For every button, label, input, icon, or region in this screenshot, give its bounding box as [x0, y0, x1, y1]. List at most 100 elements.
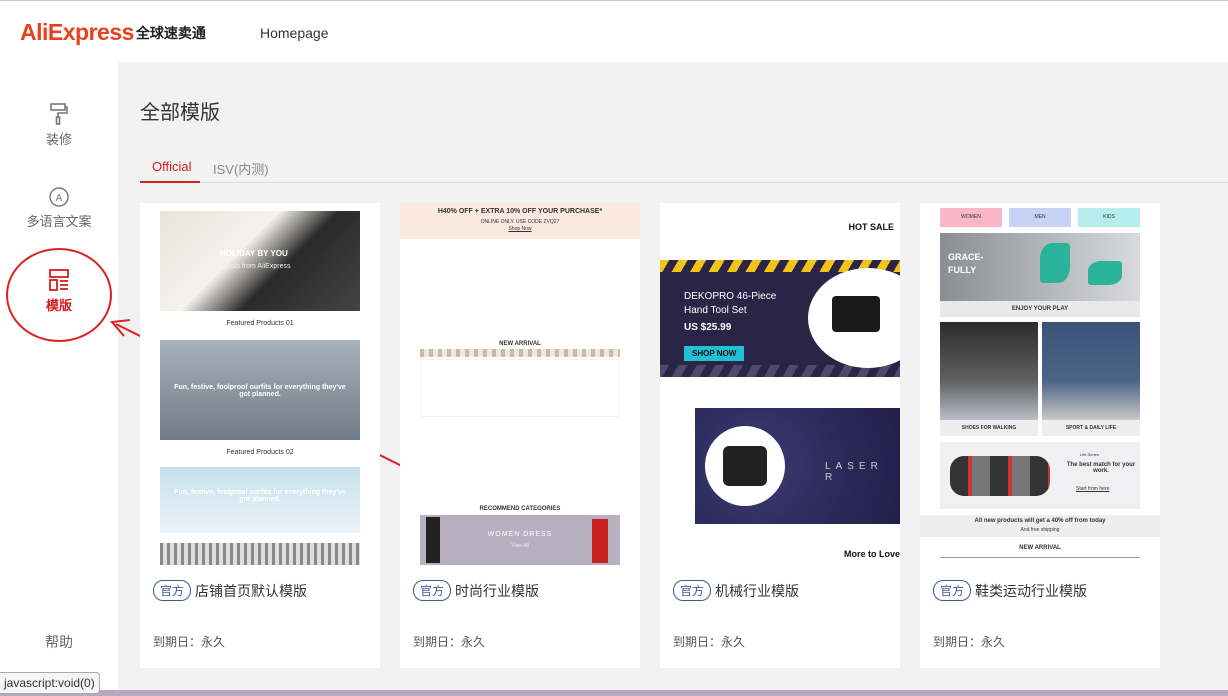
- preview-text: Life Series: [1080, 452, 1099, 457]
- preview-image: [420, 349, 620, 357]
- help-link[interactable]: 帮助: [0, 632, 118, 652]
- template-preview: HOT SALE DEKOPRO 46-Piece Hand Tool Set …: [660, 203, 900, 565]
- preview-text: LASER R: [825, 461, 883, 483]
- sidebar: 装修 A 多语言文案 模版 帮助: [0, 62, 118, 696]
- preview-promo-bar: H40% OFF + EXTRA 10% OFF YOUR PURCHASE* …: [400, 203, 640, 239]
- preview-text: DEKOPRO 46-Piece Hand Tool Set: [684, 291, 777, 316]
- sidebar-item-decorate[interactable]: 装修: [0, 102, 118, 148]
- tab-bar: Official ISV(内测): [140, 150, 1228, 183]
- annotation-circle: [6, 248, 112, 342]
- card-info: 官方 时尚行业模版: [413, 580, 539, 601]
- language-icon: A: [49, 187, 69, 207]
- preview-text: NEW ARRIVAL: [499, 341, 541, 347]
- tab-isv[interactable]: ISV(内测): [213, 159, 269, 178]
- preview-banner-image: HOLIDAY BY YOU Deals from AliExpress: [160, 211, 360, 311]
- preview-text: The best match for your work.: [1066, 462, 1136, 474]
- preview-text: ENJOY YOUR PLAY: [940, 301, 1140, 317]
- card-info: 官方 鞋类运动行业模版: [933, 580, 1087, 601]
- preview-figure: [592, 519, 608, 563]
- logo-cn-text: 全球速卖通: [135, 24, 206, 41]
- preview-text: GRACE-FULLY: [948, 252, 984, 275]
- preview-text: H40% OFF + EXTRA 10% OFF YOUR PURCHASE*: [437, 208, 603, 215]
- sidebar-item-language[interactable]: A 多语言文案: [0, 186, 118, 230]
- preview-figure: [426, 517, 440, 563]
- template-card[interactable]: H40% OFF + EXTRA 10% OFF YOUR PURCHASE* …: [400, 203, 640, 668]
- expire-date: 到期日：永久: [153, 635, 226, 649]
- preview-image: Fun, festive, foolproof ourfits for ever…: [160, 467, 360, 533]
- preview-image: Fun, festive, foolproof ourfits for ever…: [160, 340, 360, 440]
- status-bar-url: javascript:void(0): [0, 672, 100, 694]
- preview-text: View All: [511, 543, 529, 549]
- preview-notice: All new products will get a 40% off from…: [920, 515, 1160, 537]
- official-tag: 官方: [673, 580, 712, 601]
- bottom-strip: [0, 690, 1228, 696]
- preview-text: Deals from AliExpress: [222, 263, 291, 270]
- official-tag: 官方: [413, 580, 452, 601]
- preview-image: [420, 359, 620, 417]
- preview-text: ONLINE ONLY. USE CODE ZVQ27: [480, 219, 560, 225]
- preview-shoe: [1088, 261, 1122, 285]
- preview-device: [723, 446, 767, 486]
- official-tag: 官方: [153, 580, 192, 601]
- preview-image: Life Series The best match for your work…: [940, 442, 1140, 509]
- official-tag: 官方: [933, 580, 972, 601]
- preview-text: SHOES FOR WALKING: [940, 420, 1038, 436]
- card-info: 官方 机械行业模版: [673, 580, 799, 601]
- template-card[interactable]: HOLIDAY BY YOU Deals from AliExpress Fea…: [140, 203, 380, 668]
- template-preview: H40% OFF + EXTRA 10% OFF YOUR PURCHASE* …: [400, 203, 640, 565]
- preview-text: HOLIDAY BY YOU: [220, 249, 288, 258]
- preview-text: Start from here: [1076, 486, 1110, 492]
- aliexpress-logo[interactable]: AliExpress 全球速卖通: [20, 19, 206, 46]
- preview-image: LASER R: [695, 408, 900, 524]
- sidebar-item-label: 装修: [45, 132, 72, 147]
- page-title: 全部模版: [140, 102, 220, 124]
- expire-date: 到期日：永久: [933, 635, 1006, 649]
- logo-text: AliExpress: [20, 19, 134, 45]
- preview-tab: WOMEN: [940, 208, 1002, 227]
- preview-shoes: [950, 456, 1050, 496]
- preview-image: WOMEN DRESS View All: [420, 515, 620, 565]
- top-bar: AliExpress 全球速卖通 Homepage: [0, 0, 1228, 62]
- preview-image: [940, 322, 1038, 420]
- preview-tab: MEN: [1009, 208, 1071, 227]
- card-info: 官方 店铺首页默认模版: [153, 580, 307, 601]
- sidebar-item-label: 多语言文案: [26, 214, 92, 229]
- template-card[interactable]: HOT SALE DEKOPRO 46-Piece Hand Tool Set …: [660, 203, 900, 668]
- preview-image: [160, 543, 360, 565]
- expire-date: 到期日：永久: [673, 635, 746, 649]
- preview-text: RECOMMEND CATEGORIES: [479, 506, 561, 512]
- preview-text: SPORT & DAILY LIFE: [1042, 420, 1140, 436]
- active-tab-indicator: [140, 181, 200, 183]
- preview-text: All new products will get a 40% off from…: [974, 518, 1106, 524]
- preview-divider: [940, 557, 1140, 558]
- preview-toolbox: [832, 296, 880, 332]
- template-name: 鞋类运动行业模版: [975, 582, 1088, 599]
- preview-text: SHOP NOW: [684, 346, 745, 361]
- template-preview: WOMEN MEN KIDS GRACE-FULLY ENJOY YOUR PL…: [920, 203, 1160, 565]
- preview-text: HOT SALE: [848, 222, 894, 232]
- preview-shoe: [1040, 243, 1070, 283]
- preview-text: Fun, festive, foolproof ourfits for ever…: [174, 384, 346, 398]
- preview-banner-image: GRACE-FULLY: [940, 233, 1140, 301]
- template-name: 店铺首页默认模版: [195, 582, 308, 599]
- template-preview: HOLIDAY BY YOU Deals from AliExpress Fea…: [140, 203, 380, 565]
- preview-banner-image: DEKOPRO 46-Piece Hand Tool Set US $25.99…: [660, 260, 900, 377]
- preview-text: US $25.99: [684, 322, 732, 333]
- preview-text: And free shipping: [1020, 527, 1060, 533]
- preview-tab: KIDS: [1078, 208, 1140, 227]
- tab-official[interactable]: Official: [152, 159, 192, 174]
- template-name: 机械行业模版: [715, 582, 800, 599]
- preview-text: Shop Now: [508, 226, 532, 232]
- preview-text: More to Love: [843, 549, 900, 559]
- preview-text: NEW ARRIVAL: [1019, 545, 1061, 551]
- preview-text: Featured Products 01: [226, 320, 294, 327]
- template-name: 时尚行业模版: [455, 582, 540, 599]
- expire-date: 到期日：永久: [413, 635, 486, 649]
- preview-text: Fun, festive, foolproof ourfits for ever…: [174, 489, 346, 503]
- svg-text:A: A: [56, 193, 63, 204]
- preview-text: WOMEN DRESS: [487, 531, 553, 538]
- nav-homepage-link[interactable]: Homepage: [260, 25, 329, 41]
- template-card[interactable]: WOMEN MEN KIDS GRACE-FULLY ENJOY YOUR PL…: [920, 203, 1160, 668]
- preview-text: Featured Products 02: [226, 449, 294, 456]
- preview-image: [1042, 322, 1140, 420]
